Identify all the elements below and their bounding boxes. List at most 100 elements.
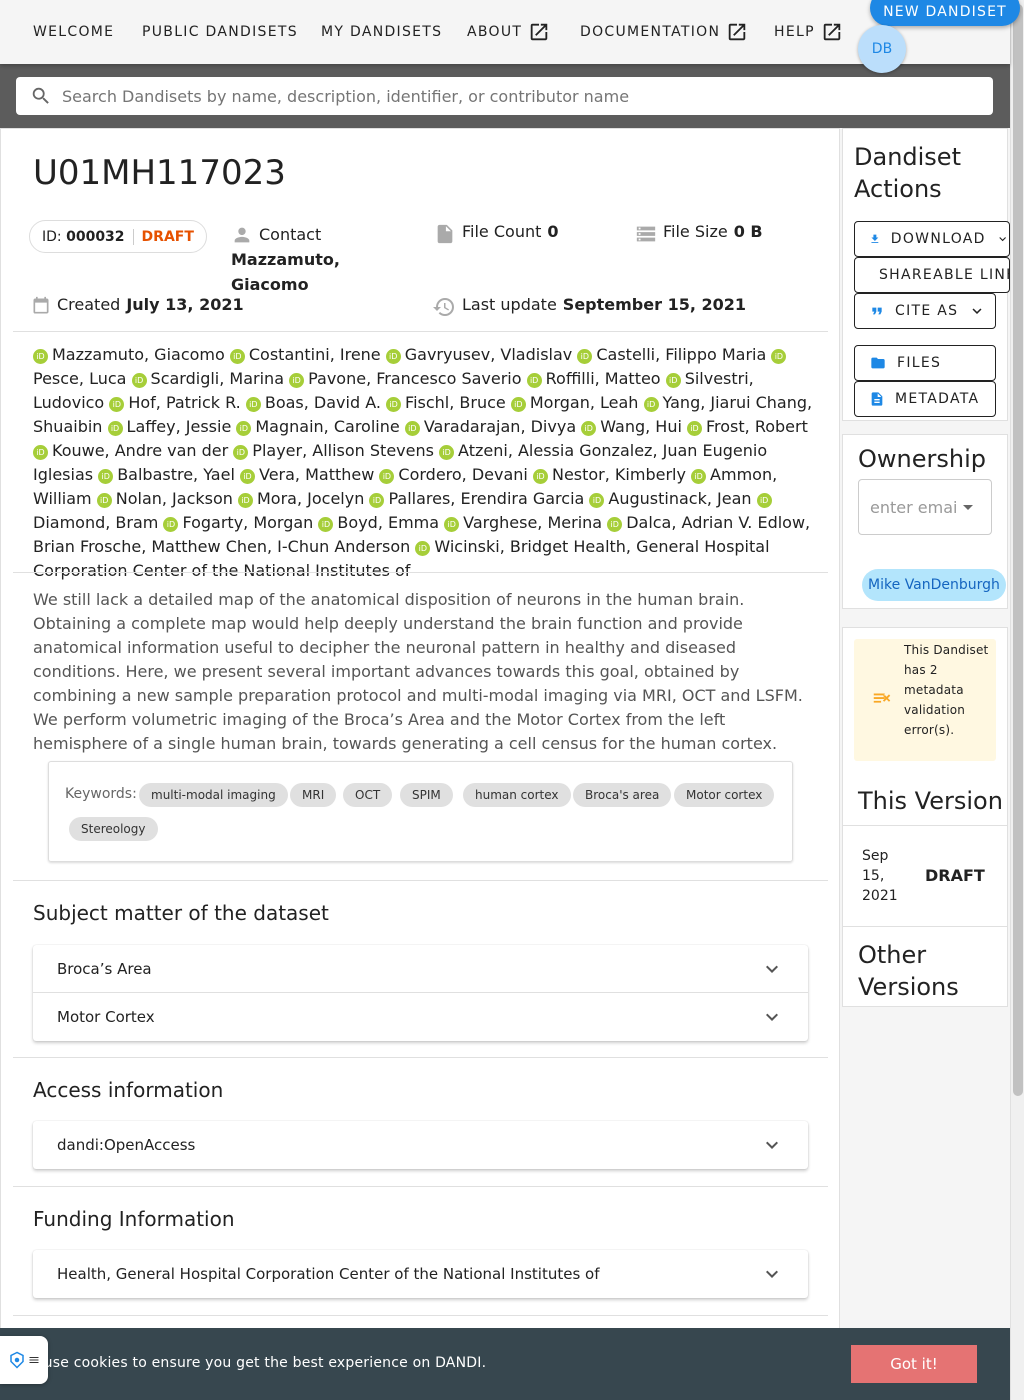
nav-help-label: HELP [774,24,815,40]
divider [13,331,828,332]
nav-documentation[interactable]: DOCUMENTATION [580,18,748,46]
orcid-icon[interactable]: iD [526,373,542,388]
divider [842,926,1008,927]
orcid-icon[interactable]: iD [589,493,605,508]
subject-item-motor-cortex[interactable]: Motor Cortex [33,993,808,1041]
help-widget-button[interactable] [0,1336,48,1384]
contributor-name: Magnain, Caroline [255,417,400,436]
orcid-icon[interactable]: iD [643,397,659,412]
orcid-icon[interactable]: iD [577,349,593,364]
contributor-name: Pesce, Luca [33,369,127,388]
orcid-icon[interactable]: iD [229,349,245,364]
orcid-icon[interactable]: iD [318,517,334,532]
contributor-name: Castelli, Filippo Maria [596,345,767,364]
orcid-icon[interactable]: iD [109,397,125,412]
orcid-icon[interactable]: iD [581,421,597,436]
orcid-icon[interactable]: iD [439,445,455,460]
files-button[interactable]: FILES [854,345,996,381]
contributor-name: Mazzamuto, Giacomo [52,345,225,364]
validation-warning[interactable]: This Dandiset has 2 metadata validation … [854,639,996,761]
orcid-icon[interactable]: iD [756,493,772,508]
contributor-name: Player, Allison Stevens [252,441,434,460]
owner-input-placeholder: enter email [870,497,956,517]
orcid-icon[interactable]: iD [532,469,548,484]
nav-help[interactable]: HELP [774,18,843,46]
search-input[interactable]: Search Dandisets by name, description, i… [16,77,993,115]
scrollbar-thumb[interactable] [1013,4,1023,1096]
search-bar-container: Search Dandisets by name, description, i… [0,64,1010,128]
orcid-icon[interactable]: iD [289,373,305,388]
orcid-icon[interactable]: iD [239,469,255,484]
file-count-label: File Count [462,222,542,241]
orcid-icon[interactable]: iD [33,349,48,364]
orcid-icon[interactable]: iD [687,421,702,436]
orcid-icon[interactable]: iD [96,493,112,508]
contributor-name: Nestor, Kimberly [551,465,686,484]
owner-email-input[interactable]: enter email [858,479,992,535]
keyword-chip: OCT [343,783,393,807]
contributor-name: Frost, Robert [706,417,808,436]
orcid-icon[interactable]: iD [245,397,261,412]
divider [13,880,828,881]
orcid-icon[interactable]: iD [386,397,402,412]
shareable-link-button[interactable]: SHAREABLE LINK [854,257,1010,293]
orcid-icon[interactable]: iD [163,517,179,532]
cite-as-button[interactable]: CITE AS [854,293,996,329]
orcid-icon[interactable]: iD [379,469,395,484]
contributor-name: Hof, Patrick R. [128,393,241,412]
orcid-icon[interactable]: iD [510,397,526,412]
cookie-accept-button[interactable]: Got it! [851,1345,977,1383]
orcid-icon[interactable]: iD [238,493,253,508]
keyword-chip: SPIM [400,783,453,807]
version-date[interactable]: Sep 15, 2021 [862,846,910,906]
contributor-name: Costantini, Irene [248,345,381,364]
file-count-value: 0 [547,222,559,241]
orcid-icon[interactable]: iD [607,517,623,532]
other-versions-title: Other Versions [858,941,959,1001]
contributor-name: Scardigli, Marina [150,369,284,388]
validation-error-icon [873,693,891,703]
file-size-info: File Size 0 B [635,222,763,246]
funding-item[interactable]: Health, General Hospital Corporation Cen… [33,1250,808,1298]
nav-welcome[interactable]: WELCOME [33,18,114,46]
orcid-icon[interactable]: iD [415,541,431,556]
contributors-list: iD Mazzamuto, Giacomo iD Costantini, Irene… [33,343,813,583]
orcid-icon[interactable]: iD [98,469,114,484]
history-icon [433,298,454,316]
orcid-icon[interactable]: iD [691,469,707,484]
user-avatar[interactable]: DB [858,25,906,73]
metadata-button[interactable]: METADATA [854,381,996,417]
contributor-name: Fogarty, Morgan [182,513,314,532]
new-dandiset-button[interactable]: NEW DANDISET [870,0,1020,26]
orcid-icon[interactable]: iD [771,349,787,364]
version-status[interactable]: DRAFT [925,866,985,885]
orcid-icon[interactable]: iD [404,421,420,436]
nav-about[interactable]: ABOUT [467,18,550,46]
orcid-icon[interactable]: iD [665,373,681,388]
nav-my-dandisets[interactable]: MY DANDISETS [321,18,442,46]
contributor-name: Roffilli, Matteo [545,369,661,388]
created-label: Created [57,295,121,314]
subject-section-title: Subject matter of the dataset [33,901,329,925]
owner-chip[interactable]: Mike VanDenburgh [862,569,1006,601]
orcid-icon[interactable]: iD [444,517,460,532]
download-button[interactable]: DOWNLOAD [854,221,1010,257]
dandiset-id-chip[interactable]: ID: 000032 DRAFT [29,220,207,253]
contributor-name: Varghese, Merina [463,513,603,532]
funding-panel: Health, General Hospital Corporation Cen… [33,1250,808,1298]
page-scrollbar[interactable] [1010,0,1024,1400]
orcid-icon[interactable]: iD [107,421,123,436]
access-item-label: dandi:OpenAccess [57,1136,196,1154]
orcid-icon[interactable]: iD [236,421,252,436]
orcid-icon[interactable]: iD [385,349,401,364]
nav-public-dandisets[interactable]: PUBLIC DANDISETS [142,18,298,46]
contributor-name: Augustinack, Jean [608,489,752,508]
orcid-icon[interactable]: iD [131,373,147,388]
cite-as-label: CITE AS [895,303,959,319]
orcid-icon[interactable]: iD [233,445,249,460]
subject-item-brocas-area[interactable]: Broca’s Area [33,945,808,993]
orcid-icon[interactable]: iD [369,493,385,508]
orcid-icon[interactable]: iD [33,445,48,460]
external-link-icon [823,23,841,41]
access-item-openaccess[interactable]: dandi:OpenAccess [33,1121,808,1169]
